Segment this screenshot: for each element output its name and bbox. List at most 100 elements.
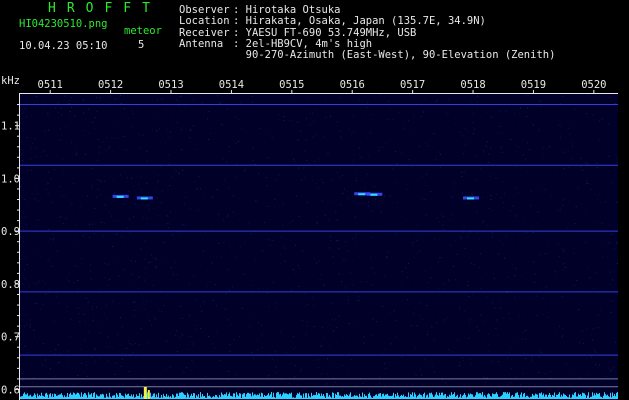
noise-speck xyxy=(91,356,93,358)
noise-floor-bar xyxy=(546,394,547,399)
noise-speck xyxy=(335,211,337,213)
noise-speck xyxy=(525,158,527,160)
noise-speck xyxy=(81,258,83,260)
noise-speck xyxy=(318,260,320,262)
noise-speck xyxy=(227,214,229,216)
noise-floor-bar xyxy=(505,392,506,399)
noise-speck xyxy=(466,236,468,238)
noise-speck xyxy=(121,103,122,104)
noise-speck xyxy=(24,215,26,217)
noise-speck xyxy=(595,351,597,353)
noise-floor-bar xyxy=(83,394,84,399)
noise-speck xyxy=(114,192,116,194)
noise-speck xyxy=(123,203,125,204)
noise-speck xyxy=(324,382,326,384)
noise-floor-bar xyxy=(384,395,385,399)
noise-floor-bar xyxy=(599,393,600,399)
noise-floor-bar xyxy=(471,394,472,399)
noise-floor-bar xyxy=(289,393,290,399)
noise-speck xyxy=(117,261,119,263)
noise-floor-bar xyxy=(527,395,528,399)
noise-speck xyxy=(599,194,601,196)
noise-speck xyxy=(539,100,541,102)
noise-speck xyxy=(20,185,22,187)
noise-floor-bar xyxy=(363,397,364,399)
noise-speck xyxy=(586,374,588,376)
noise-floor-bar xyxy=(530,396,531,399)
noise-speck xyxy=(134,203,136,205)
noise-floor-bar xyxy=(612,392,613,399)
noise-speck xyxy=(71,335,73,337)
noise-floor-bar xyxy=(397,392,398,399)
noise-speck xyxy=(50,238,51,240)
noise-floor-bar xyxy=(430,393,431,399)
noise-speck xyxy=(166,129,168,131)
noise-floor-bar xyxy=(219,395,220,399)
noise-speck xyxy=(242,307,244,309)
noise-floor-bar xyxy=(494,394,495,399)
noise-speck xyxy=(96,196,98,198)
noise-speck xyxy=(510,347,511,349)
noise-speck xyxy=(442,224,444,226)
noise-floor-bar xyxy=(350,392,351,399)
noise-speck xyxy=(85,297,87,299)
noise-speck xyxy=(424,270,426,272)
noise-speck xyxy=(563,168,565,170)
noise-speck xyxy=(94,117,96,118)
noise-speck xyxy=(45,359,46,361)
noise-floor-bar xyxy=(340,395,341,399)
noise-speck xyxy=(174,168,176,170)
noise-speck xyxy=(212,343,214,345)
noise-speck xyxy=(171,176,173,178)
noise-speck xyxy=(176,121,178,123)
noise-speck xyxy=(487,162,489,163)
noise-speck xyxy=(61,195,63,197)
noise-speck xyxy=(106,149,107,151)
noise-floor-bar xyxy=(576,396,577,399)
noise-speck xyxy=(609,271,611,273)
noise-speck xyxy=(423,111,424,113)
noise-speck xyxy=(387,251,389,253)
noise-speck xyxy=(188,348,190,350)
noise-speck xyxy=(459,362,460,364)
noise-speck xyxy=(583,342,585,344)
noise-speck xyxy=(531,359,533,361)
noise-speck xyxy=(50,178,52,180)
noise-speck xyxy=(604,244,606,246)
noise-floor-bar xyxy=(560,396,561,399)
noise-speck xyxy=(351,284,353,286)
noise-speck xyxy=(392,168,394,170)
noise-speck xyxy=(371,319,373,321)
noise-speck xyxy=(304,150,306,152)
noise-speck xyxy=(57,102,59,104)
noise-speck xyxy=(129,232,131,234)
noise-speck xyxy=(546,317,548,319)
noise-floor-bar xyxy=(448,396,449,399)
noise-speck xyxy=(283,116,285,117)
noise-speck xyxy=(239,245,241,247)
noise-speck xyxy=(380,214,382,216)
noise-speck xyxy=(545,286,547,288)
noise-speck xyxy=(338,248,340,250)
noise-floor-bar xyxy=(314,395,315,399)
noise-speck xyxy=(204,300,206,302)
noise-speck xyxy=(465,144,467,146)
noise-speck xyxy=(132,352,134,353)
noise-speck xyxy=(542,147,544,149)
noise-speck xyxy=(259,128,261,130)
noise-speck xyxy=(388,100,390,102)
noise-speck xyxy=(473,264,475,266)
noise-speck xyxy=(527,171,529,173)
noise-floor-bar xyxy=(406,397,407,399)
noise-speck xyxy=(525,330,527,331)
noise-floor-bar xyxy=(93,393,94,399)
noise-speck xyxy=(37,200,39,202)
noise-floor-bar xyxy=(52,393,53,399)
noise-speck xyxy=(431,326,433,328)
noise-speck xyxy=(158,128,160,130)
noise-speck xyxy=(234,373,236,375)
noise-speck xyxy=(486,112,488,113)
noise-speck xyxy=(408,159,410,161)
noise-speck xyxy=(275,179,277,181)
noise-speck xyxy=(151,128,153,130)
